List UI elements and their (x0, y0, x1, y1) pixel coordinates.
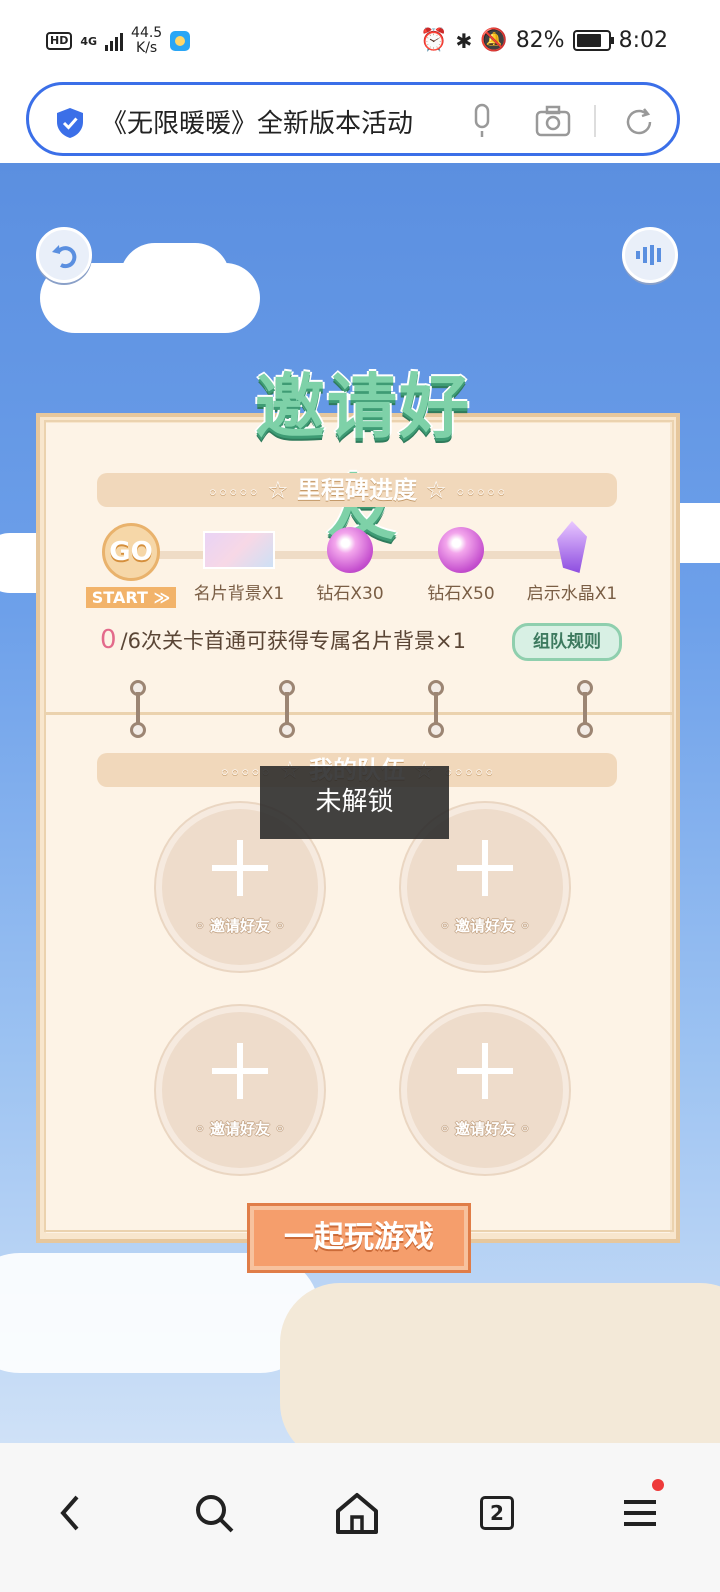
binder-ring (577, 680, 593, 738)
milestone-section-title: 里程碑进度 (297, 476, 417, 504)
home-icon (336, 1493, 378, 1534)
battery-percent: 82% (515, 28, 565, 53)
audio-wave-icon (636, 245, 661, 265)
crystal-icon (557, 521, 587, 573)
signal-icon (105, 31, 124, 51)
invite-slot-text: 邀请好友 (454, 917, 515, 935)
binder-ring (428, 680, 444, 738)
speed-value: 44.5 (131, 25, 163, 41)
chevron-left-icon (60, 1495, 79, 1531)
plus-icon (212, 840, 268, 897)
progress-description: /6次关卡首通可获得专属名片背景×1 (120, 629, 466, 653)
mute-icon: 🔕 (480, 28, 508, 53)
reload-icon[interactable] (622, 105, 656, 139)
menu-nav-button[interactable] (610, 1479, 670, 1543)
page-title: 邀请好友 (255, 366, 471, 549)
home-nav-button[interactable] (327, 1483, 387, 1543)
invite-slot-label: ◦ 邀请好友 ◦ (440, 917, 530, 935)
network-speed: 44.5 K/s (131, 26, 162, 56)
progress-text: 0/6次关卡首通可获得专属名片背景×1 (100, 625, 466, 655)
diamond-icon (327, 527, 373, 573)
invite-slot-label: ◦ 邀请好友 ◦ (440, 1120, 530, 1138)
plus-icon (457, 1043, 513, 1100)
milestone-namecard[interactable]: 名片背景X1 (184, 523, 294, 604)
app-notification-icon (170, 31, 191, 51)
go-badge-icon: GO (102, 523, 160, 581)
diamond-icon (438, 527, 484, 573)
alarm-icon: ⏰ (420, 28, 448, 53)
menu-icon (624, 1500, 656, 1526)
namecard-image-icon (203, 531, 275, 569)
binder-ring (130, 680, 146, 738)
browser-nav-bar: 2 (0, 1443, 720, 1592)
milestone-label: START ≫ (85, 587, 177, 608)
search-nav-button[interactable] (184, 1483, 244, 1543)
ribbon-dots: ◦◦◦◦◦ (207, 483, 259, 502)
star-icon: ☆ (267, 476, 289, 504)
invite-slot-text: 邀请好友 (209, 917, 270, 935)
invite-friend-slot[interactable]: ◦ 邀请好友 ◦ (156, 1006, 324, 1174)
team-rules-button[interactable]: 组队规则 (512, 623, 622, 661)
milestone-ribbon: ◦◦◦◦◦ ☆ 里程碑进度 ☆ ◦◦◦◦◦ (97, 473, 617, 507)
microphone-icon[interactable] (469, 103, 495, 139)
undo-icon (52, 245, 77, 269)
back-nav-button[interactable] (40, 1483, 100, 1543)
shield-icon (57, 108, 83, 138)
search-query-text[interactable]: 《无限暖暖》全新版本活动 (101, 103, 413, 140)
invite-slot-label: ◦ 邀请好友 ◦ (195, 917, 285, 935)
tab-count-badge: 2 (480, 1496, 514, 1530)
tabs-nav-button[interactable]: 2 (467, 1483, 527, 1543)
search-bar[interactable]: 《无限暖暖》全新版本活动 (26, 82, 680, 156)
network-type: 4G (80, 34, 98, 48)
milestone-diamond-50[interactable]: 钻石X50 (406, 523, 516, 604)
locked-toast: 未解锁 (260, 766, 449, 839)
milestone-label: 钻石X50 (427, 584, 495, 604)
plus-icon (457, 840, 513, 897)
invite-slot-text: 邀请好友 (209, 1120, 270, 1138)
milestone-diamond-30[interactable]: 钻石X30 (295, 523, 405, 604)
milestone-label: 名片背景X1 (193, 584, 285, 604)
bluetooth-icon: ✱ (455, 28, 473, 53)
cloud (0, 1253, 320, 1373)
music-button[interactable] (622, 227, 678, 283)
binder-ring (279, 680, 295, 738)
invite-friend-slot[interactable]: ◦ 邀请好友 ◦ (401, 1006, 569, 1174)
play-together-button[interactable]: 一起玩游戏 (250, 1206, 468, 1270)
status-bar: HD 4G 44.5 K/s ⏰ ✱ 🔕 82% 8:02 (0, 0, 720, 84)
milestone-label: 启示水晶X1 (526, 584, 618, 604)
invite-slot-text: 邀请好友 (454, 1120, 515, 1138)
camera-icon[interactable] (535, 105, 571, 137)
clock: 8:02 (618, 28, 668, 53)
hd-indicator: HD (46, 32, 73, 50)
star-icon: ☆ (425, 476, 447, 504)
battery-icon (572, 30, 614, 51)
notification-dot (652, 1479, 664, 1491)
ribbon-dots: ◦◦◦◦◦ (455, 483, 507, 502)
progress-count: 0 (100, 625, 117, 655)
plus-icon (212, 1043, 268, 1100)
milestone-crystal[interactable]: 启示水晶X1 (517, 521, 627, 604)
cloud (120, 243, 230, 313)
milestone-label: 钻石X30 (316, 584, 384, 604)
milestone-start[interactable]: GO START ≫ (76, 523, 186, 608)
cloud (280, 1283, 720, 1443)
ribbon-dots: ◦◦◦◦◦ (443, 763, 495, 782)
speed-unit: K/s (136, 40, 158, 56)
back-button[interactable] (36, 227, 92, 283)
invite-slot-label: ◦ 邀请好友 ◦ (195, 1120, 285, 1138)
search-icon (196, 1495, 234, 1533)
toolbar-divider (594, 105, 596, 137)
